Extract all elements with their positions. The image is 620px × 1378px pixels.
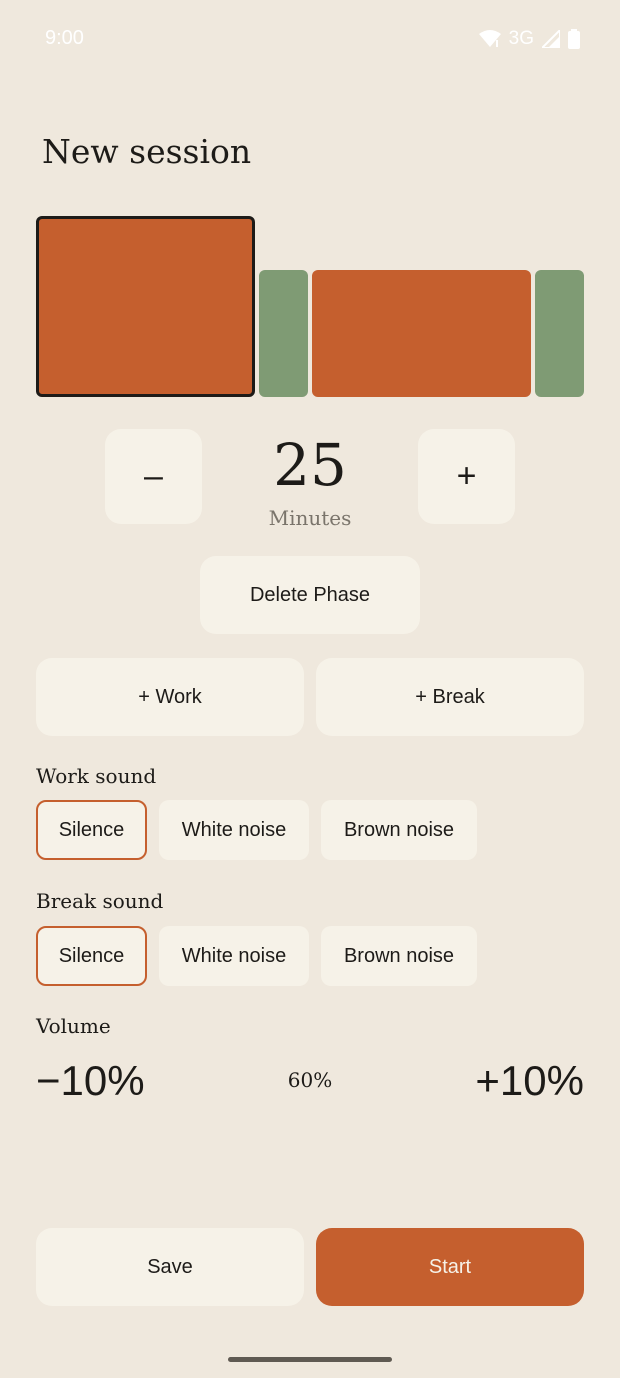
status-time: 9:00: [45, 27, 84, 49]
break-sound-option-silence[interactable]: Silence: [36, 926, 147, 986]
status-bar: 9:00 3G: [0, 0, 620, 78]
status-icons: 3G: [478, 27, 580, 51]
wifi-icon: [478, 30, 501, 48]
break-sound-option-white-noise[interactable]: White noise: [159, 926, 309, 986]
duration-value: 25: [273, 431, 347, 499]
increment-duration-button[interactable]: +: [418, 429, 515, 524]
page-title: New session: [42, 132, 252, 171]
break-sound-options: Silence White noise Brown noise: [36, 926, 477, 986]
add-work-button[interactable]: + Work: [36, 658, 304, 736]
add-break-button[interactable]: + Break: [316, 658, 584, 736]
work-sound-options: Silence White noise Brown noise: [36, 800, 477, 860]
duration-unit-label: Minutes: [268, 506, 352, 530]
work-sound-option-brown-noise[interactable]: Brown noise: [321, 800, 477, 860]
work-sound-label: Work sound: [36, 764, 157, 788]
delete-phase-button[interactable]: Delete Phase: [200, 556, 420, 634]
battery-icon: [568, 29, 580, 49]
volume-label: Volume: [36, 1014, 111, 1038]
start-button[interactable]: Start: [316, 1228, 584, 1306]
volume-decrease-button[interactable]: −10%: [36, 1055, 145, 1107]
phase-block-work[interactable]: [312, 270, 531, 397]
decrement-duration-button[interactable]: –: [105, 429, 202, 524]
volume-increase-button[interactable]: +10%: [475, 1055, 584, 1107]
phase-block-break[interactable]: [259, 270, 308, 397]
phase-block-work-selected[interactable]: [36, 216, 255, 397]
work-sound-option-silence[interactable]: Silence: [36, 800, 147, 860]
break-sound-label: Break sound: [36, 889, 164, 913]
volume-value: 60%: [287, 1068, 333, 1092]
save-button[interactable]: Save: [36, 1228, 304, 1306]
phase-strip: [36, 216, 584, 397]
work-sound-option-white-noise[interactable]: White noise: [159, 800, 309, 860]
signal-icon: [542, 30, 560, 48]
home-indicator[interactable]: [228, 1357, 392, 1362]
network-type-label: 3G: [508, 28, 534, 49]
break-sound-option-brown-noise[interactable]: Brown noise: [321, 926, 477, 986]
phase-block-break[interactable]: [535, 270, 584, 397]
